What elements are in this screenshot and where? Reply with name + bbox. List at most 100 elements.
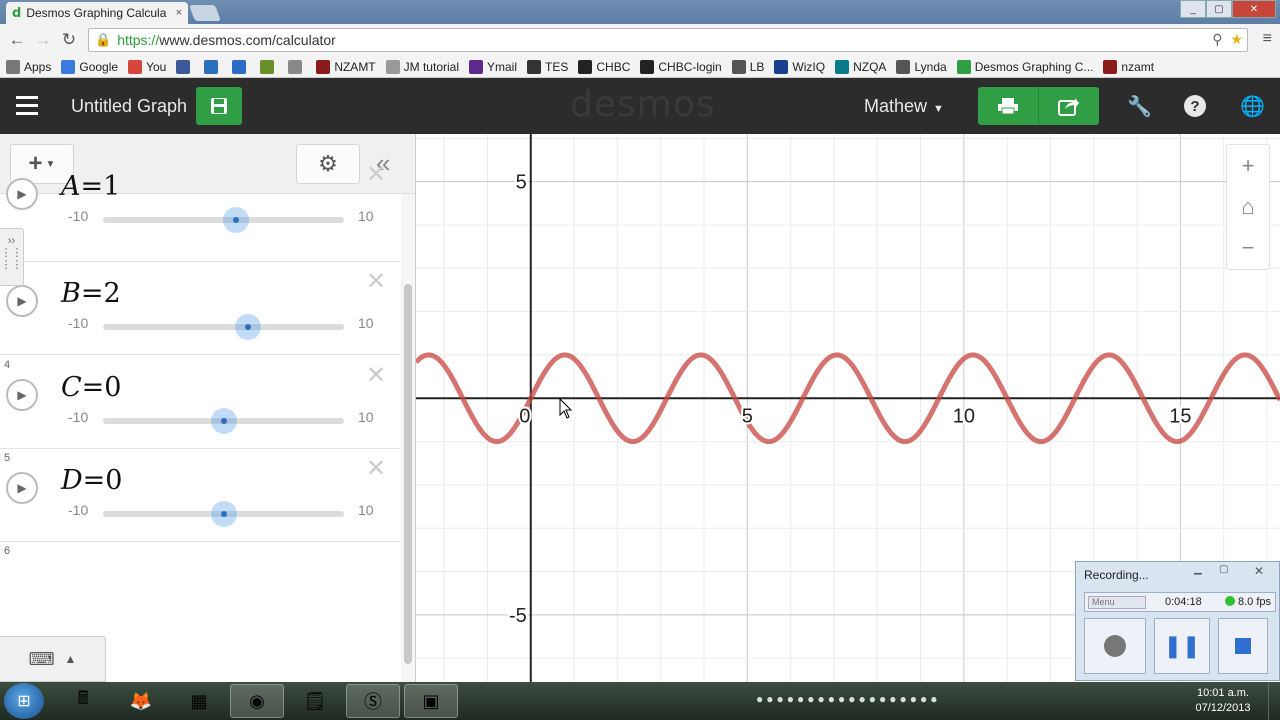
new-tab-button[interactable] xyxy=(189,5,221,21)
bookmark-item[interactable]: Apps xyxy=(6,59,51,74)
bookmark-item[interactable]: LB xyxy=(731,59,764,74)
bookmark-item[interactable]: nzamt xyxy=(1103,59,1154,74)
keyboard-toggle-button[interactable]: ⌨ ▲ xyxy=(0,636,106,682)
print-button[interactable] xyxy=(978,87,1039,125)
y-tick-label: -5 xyxy=(509,605,527,627)
recorder-menu[interactable]: Menu xyxy=(1088,596,1146,609)
bookmark-item[interactable]: Lynda xyxy=(896,59,947,74)
bookmark-star-icon[interactable]: ★ xyxy=(1230,31,1243,47)
bookmark-item[interactable]: CHBC xyxy=(578,59,630,74)
globe-icon[interactable]: 🌐 xyxy=(1240,94,1265,119)
save-button[interactable] xyxy=(196,87,242,125)
play-slider-button[interactable]: ▶ xyxy=(6,285,38,317)
bookmark-item[interactable] xyxy=(204,59,222,74)
zoom-out-icon[interactable]: − xyxy=(1227,228,1269,269)
slider-min[interactable]: -10 xyxy=(68,208,88,224)
bookmark-item[interactable]: CHBC-login xyxy=(640,59,722,74)
skype-app-icon[interactable]: Ⓢ xyxy=(346,684,400,718)
expression-formula[interactable]: D=0 xyxy=(61,465,122,496)
bookmark-item[interactable]: NZAMT xyxy=(316,59,376,74)
bookmark-item[interactable] xyxy=(232,59,250,74)
menu-hamburger-icon[interactable] xyxy=(16,96,38,120)
pause-button[interactable]: ❚❚ xyxy=(1154,618,1210,674)
zoom-in-icon[interactable]: + xyxy=(1227,145,1269,186)
record-button[interactable] xyxy=(1084,618,1146,674)
bookmark-item[interactable] xyxy=(260,59,278,74)
delete-expression-icon[interactable]: ✕ xyxy=(366,454,386,483)
bookmark-item[interactable]: Desmos Graphing C... xyxy=(956,59,1093,74)
slider-track[interactable] xyxy=(103,324,344,330)
stop-button[interactable] xyxy=(1218,618,1268,674)
taskbar-clock[interactable]: 10:01 a.m. 07/12/2013 xyxy=(1188,686,1258,716)
slider-handle[interactable] xyxy=(210,501,237,527)
slider-min[interactable]: -10 xyxy=(68,315,88,331)
share-button-group xyxy=(978,87,1099,125)
zoom-icon[interactable]: ⚲ xyxy=(1212,31,1222,47)
slider-handle[interactable] xyxy=(234,314,261,340)
share-button[interactable] xyxy=(1039,87,1099,125)
notepad-app-icon[interactable]: 🗒 xyxy=(288,684,342,718)
system-tray-icons[interactable]: ●●●●●●●●●●●●●●●●●● xyxy=(756,692,940,706)
firefox-app-icon[interactable]: 🦊 xyxy=(114,684,168,718)
slider-min[interactable]: -10 xyxy=(68,502,88,518)
graph-title[interactable]: Untitled Graph xyxy=(71,96,187,117)
forward-arrow-icon[interactable]: → xyxy=(30,30,56,50)
minimize-icon[interactable]: ▁ xyxy=(1194,564,1202,575)
play-slider-button[interactable]: ▶ xyxy=(6,178,38,210)
address-bar[interactable]: 🔒 https:// www.desmos.com/calculator ⚲ ★ xyxy=(88,28,1248,52)
close-window-icon[interactable]: ✕ xyxy=(1232,0,1276,18)
recorder-status-bar: Menu 0:04:18 8.0 fps xyxy=(1084,592,1276,612)
bookmark-item[interactable]: Ymail xyxy=(469,59,517,74)
wrench-icon[interactable]: 🔧 xyxy=(1127,94,1152,119)
bookmark-item[interactable]: WizIQ xyxy=(774,59,825,74)
tab-close-icon[interactable]: × xyxy=(176,7,182,19)
delete-expression-icon[interactable]: ✕ xyxy=(366,361,386,390)
slider-handle[interactable] xyxy=(210,408,237,434)
help-icon[interactable]: ? xyxy=(1184,95,1206,117)
recorder-app-icon[interactable]: ▣ xyxy=(404,684,458,718)
drag-handle-icon[interactable]: ›› ⋮⋮ ⋮⋮ xyxy=(0,228,24,286)
slider-handle[interactable] xyxy=(222,207,249,233)
maximize-icon[interactable]: ▢ xyxy=(1219,564,1228,575)
expression-formula[interactable]: C=0 xyxy=(61,372,121,403)
calculator-app-icon-2[interactable]: ▦ xyxy=(172,684,226,718)
show-desktop-button[interactable] xyxy=(1268,682,1280,720)
chrome-app-icon[interactable]: ◉ xyxy=(230,684,284,718)
expression-row[interactable]: ▶ B=2 ✕ -10 10 xyxy=(0,261,400,355)
bookmark-item[interactable]: You xyxy=(128,59,166,74)
slider-max[interactable]: 10 xyxy=(358,208,374,224)
bookmark-item[interactable]: NZQA xyxy=(835,59,886,74)
delete-expression-icon[interactable]: ✕ xyxy=(366,267,386,296)
back-arrow-icon[interactable]: ← xyxy=(4,30,30,50)
bookmark-item[interactable] xyxy=(288,59,306,74)
expression-row[interactable]: 5 ▶ D=0 ✕ -10 10 xyxy=(0,448,400,542)
delete-expression-icon[interactable]: ✕ xyxy=(366,160,386,189)
slider-min[interactable]: -10 xyxy=(68,409,88,425)
browser-tab[interactable]: d Desmos Graphing Calcula × xyxy=(6,2,188,24)
calculator-app-icon[interactable]: 🖩 xyxy=(56,684,110,718)
bookmark-item[interactable]: TES xyxy=(527,59,568,74)
bookmark-item[interactable]: JM tutorial xyxy=(385,59,459,74)
expression-formula[interactable]: A=1 xyxy=(61,171,120,202)
slider-max[interactable]: 10 xyxy=(358,315,374,331)
maximize-icon[interactable]: ▢ xyxy=(1206,0,1232,18)
user-menu[interactable]: Mathew ▼ xyxy=(864,96,944,117)
bookmark-item[interactable]: Google xyxy=(61,59,118,74)
expression-row[interactable]: 4 ▶ C=0 ✕ -10 10 xyxy=(0,355,400,449)
windows-start-icon[interactable]: ⊞ xyxy=(4,683,44,719)
expression-formula[interactable]: B=2 xyxy=(61,278,121,309)
play-slider-button[interactable]: ▶ xyxy=(6,472,38,504)
browser-menu-icon[interactable]: ≡ xyxy=(1263,30,1272,48)
slider-max[interactable]: 10 xyxy=(358,409,374,425)
minimize-icon[interactable]: _ xyxy=(1180,0,1206,18)
play-icon: ▶ xyxy=(17,294,27,308)
expression-scrollbar[interactable] xyxy=(401,194,415,682)
close-icon[interactable]: ✕ xyxy=(1254,564,1264,578)
bookmark-item[interactable] xyxy=(176,59,194,74)
play-slider-button[interactable]: ▶ xyxy=(6,379,38,411)
scrollbar-thumb[interactable] xyxy=(404,284,412,664)
expression-row[interactable]: ▶ A=1 ✕ -10 10 xyxy=(0,161,400,262)
home-icon[interactable]: ⌂ xyxy=(1227,186,1269,227)
slider-max[interactable]: 10 xyxy=(358,502,374,518)
reload-icon[interactable]: ↻ xyxy=(56,30,82,50)
